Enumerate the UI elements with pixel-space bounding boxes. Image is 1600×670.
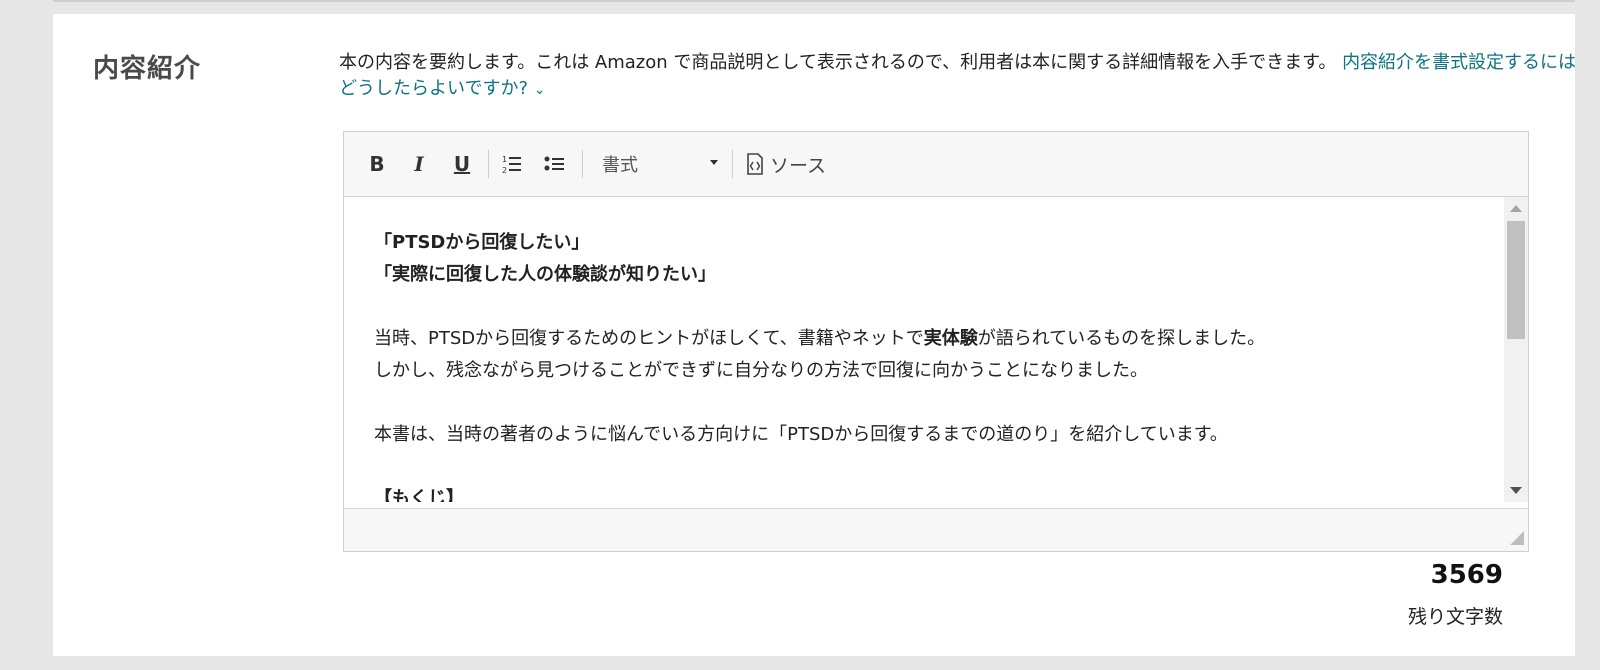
rich-text-editor: B I U 1 2 書式 ソース 「PTSDから回復したい」 「実際に回復した人… [343,131,1529,552]
editor-toolbar: B I U 1 2 書式 ソース [344,132,1528,197]
scroll-up-arrow-icon[interactable] [1510,205,1522,212]
content-text: が語られているものを探しました。 [977,328,1266,349]
format-dropdown-label: 書式 [602,155,638,176]
dropdown-caret-icon [710,160,718,165]
section-description: 本の内容を要約します。これは Amazon で商品説明として表示されるので、利用… [339,50,1579,103]
numbered-list-button[interactable]: 1 2 [499,150,525,178]
source-code-icon [747,153,763,175]
top-divider [53,0,1575,2]
toolbar-separator [488,150,489,178]
italic-button[interactable]: I [406,150,432,178]
content-text: 当時、PTSDから回復するためのヒントがほしくて、書籍やネットで [374,328,924,349]
chevron-down-icon: ⌄ [533,82,546,98]
content-line: 「実際に回復した人の体験談が知りたい」 [374,259,1504,291]
underline-button[interactable]: U [449,150,475,178]
remaining-characters-label: 残り文字数 [1407,606,1503,628]
svg-text:1: 1 [502,155,507,164]
bullet-list-icon [544,156,564,171]
bold-text: 「実際に回復した人の体験談が知りたい」 [374,264,716,285]
source-button-label: ソース [770,154,827,177]
content-line: 「PTSDから回復したい」 [374,227,1504,259]
source-button[interactable]: ソース [746,150,826,178]
remaining-characters-count: 3569 [1430,560,1503,590]
editor-content[interactable]: 「PTSDから回復したい」 「実際に回復した人の体験談が知りたい」 当時、PTS… [344,197,1504,502]
toolbar-separator [582,150,583,178]
format-dropdown[interactable]: 書式 [602,150,722,178]
content-line: 【もくじ】 [374,483,1504,502]
content-line: 当時、PTSDから回復するためのヒントがほしくて、書籍やネットで実体験が語られて… [374,323,1504,355]
resize-handle-icon[interactable] [1510,531,1524,545]
numbered-list-icon: 1 2 [502,155,521,175]
scroll-down-arrow-icon[interactable] [1510,487,1522,494]
toolbar-separator [732,150,733,178]
svg-text:2: 2 [502,166,507,175]
description-text: 本の内容を要約します。これは Amazon で商品説明として表示されるので、利用… [339,52,1337,73]
content-line: しかし、残念ながら見つけることができずに自分なりの方法で回復に向かうことになりま… [374,360,1148,381]
bold-button[interactable]: B [364,150,390,178]
editor-scrollbar[interactable] [1504,197,1528,502]
bold-text: 実体験 [923,328,978,349]
editor-statusbar [344,508,1528,551]
section-title: 内容紹介 [93,54,202,84]
description-section-card: 内容紹介 本の内容を要約します。これは Amazon で商品説明として表示される… [53,14,1576,656]
bold-text: 「PTSDから回復したい」 [374,232,590,253]
bullet-list-button[interactable] [542,150,568,178]
scrollbar-thumb[interactable] [1507,221,1525,339]
bold-text: 【もくじ】 [374,488,464,502]
content-line: 本書は、当時の著者のように悩んでいる方向けに「PTSDから回復するまでの道のり」… [374,424,1228,445]
